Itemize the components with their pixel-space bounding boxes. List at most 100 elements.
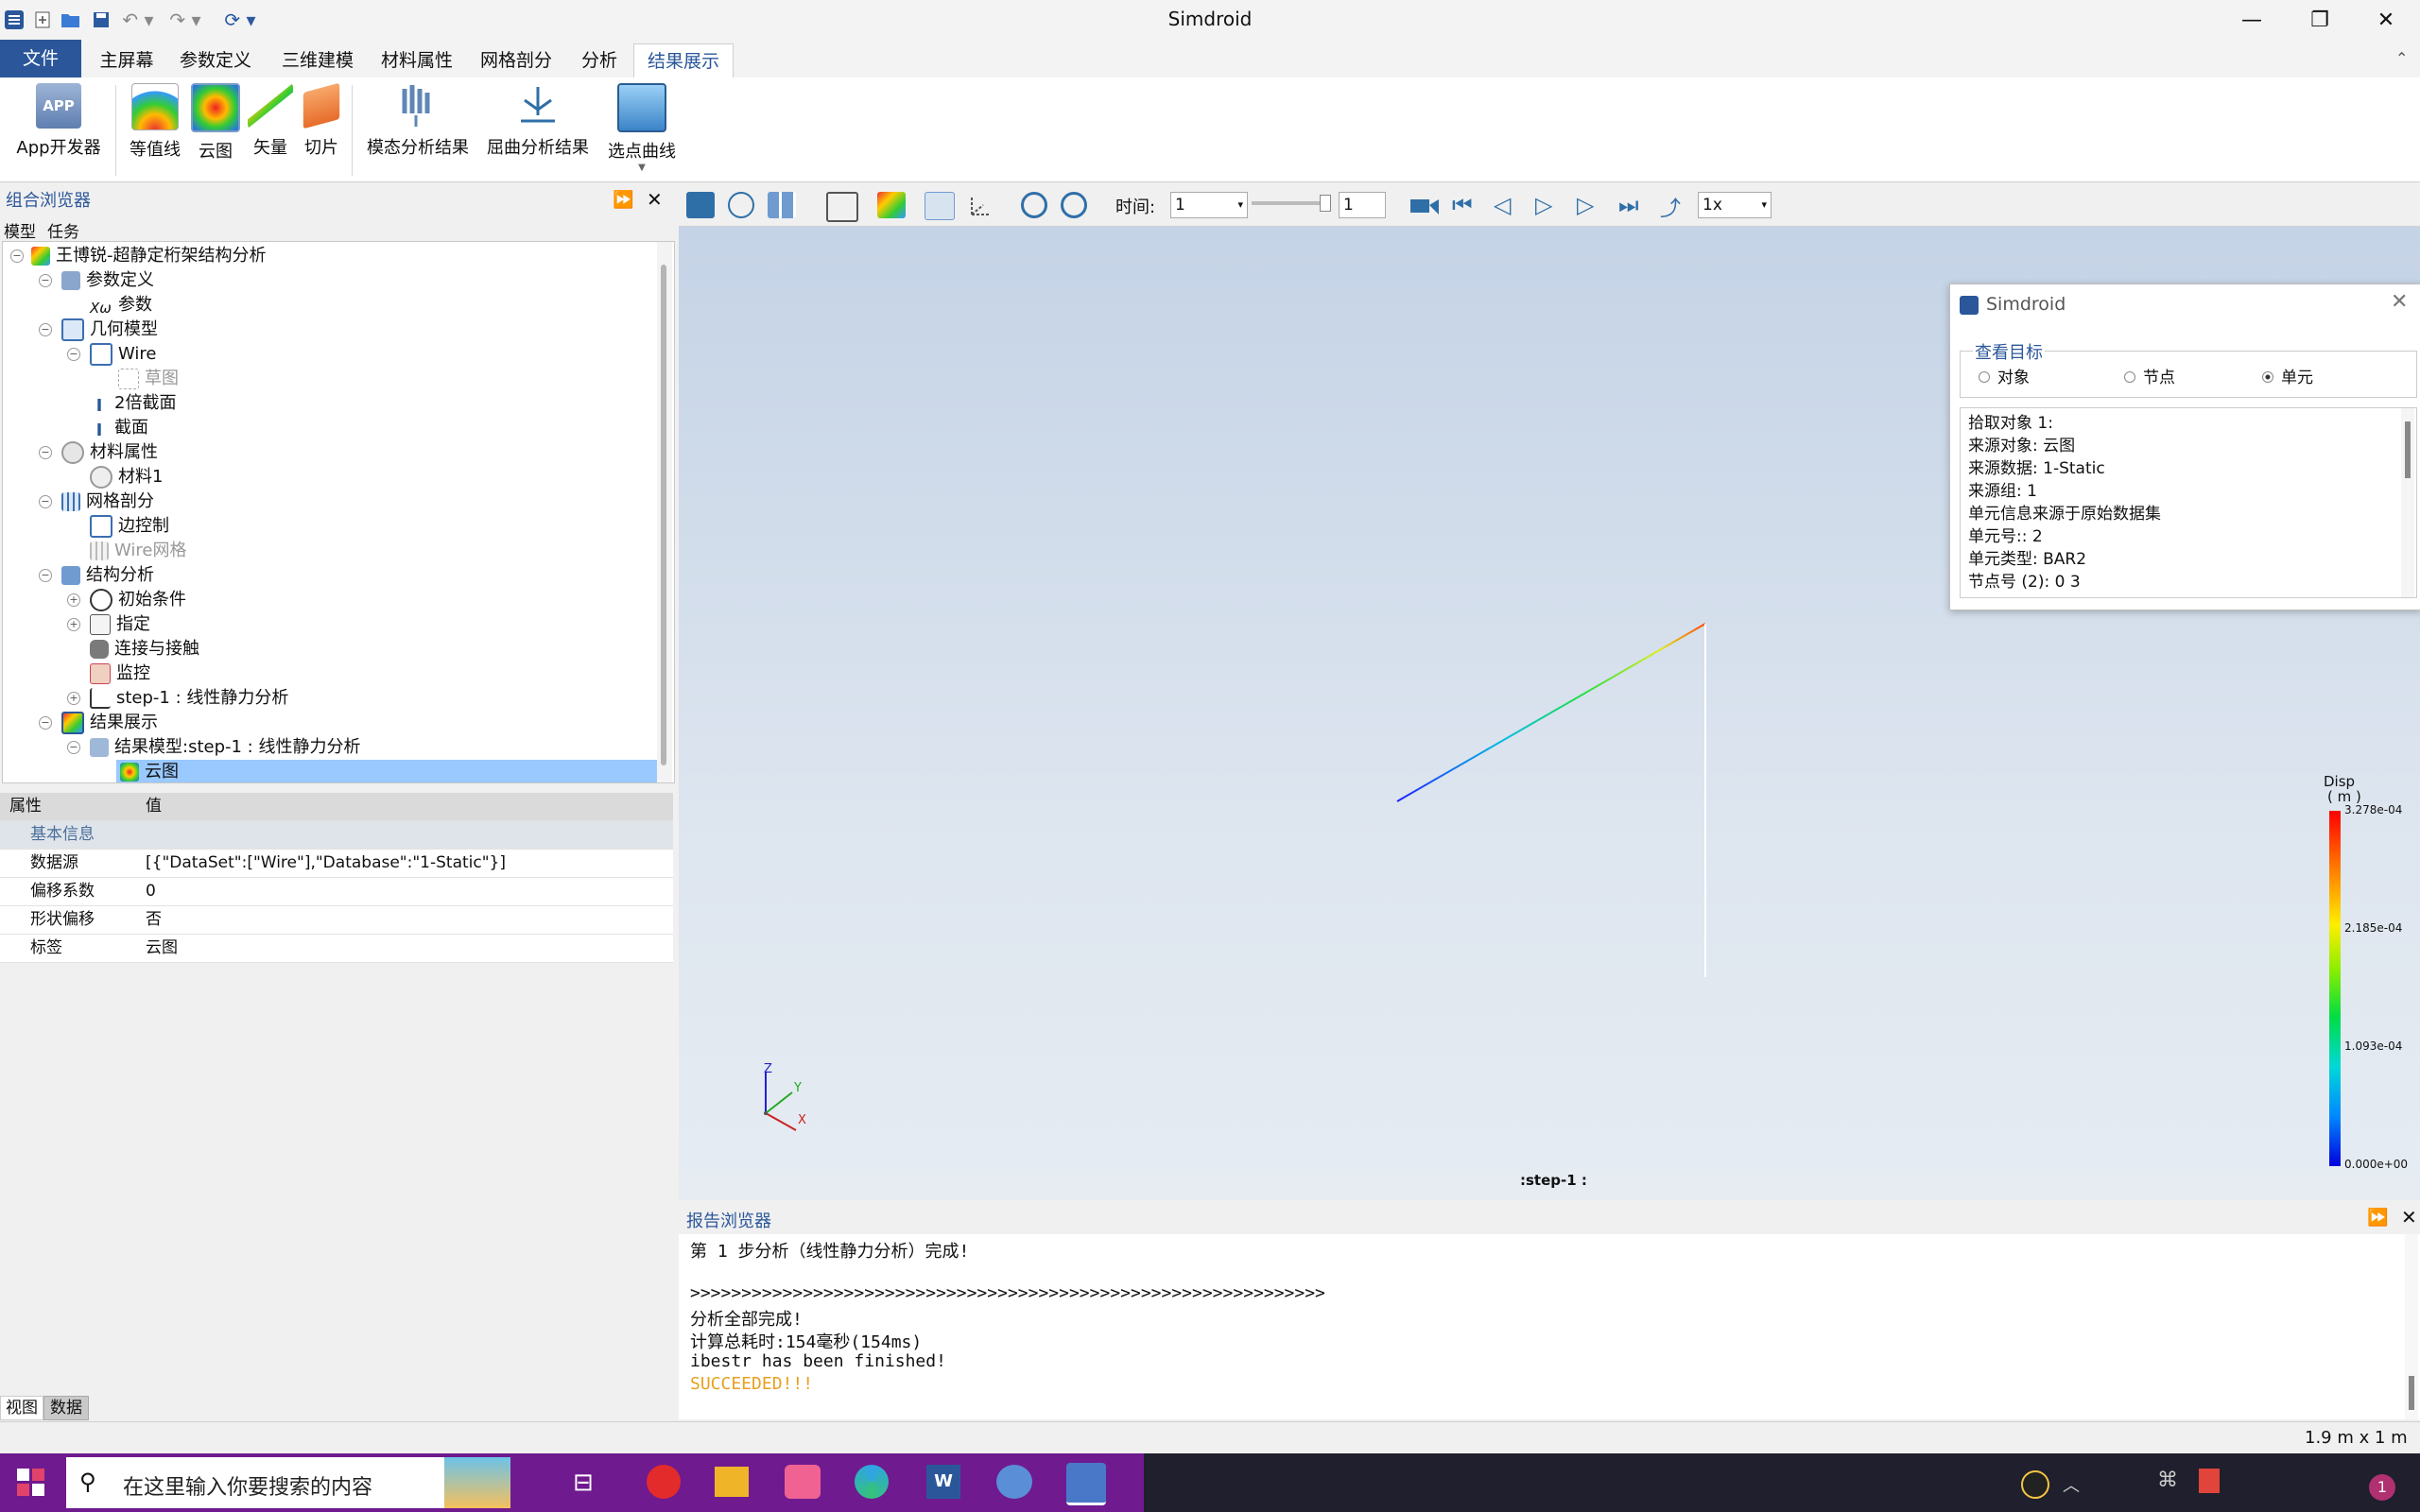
music-app-icon[interactable] xyxy=(647,1465,681,1499)
network-icon[interactable]: ⌘ xyxy=(2157,1469,2178,1492)
close-panel-icon[interactable]: ✕ xyxy=(2401,1206,2417,1228)
tree-node-results-display[interactable]: 结果展示 xyxy=(61,711,158,735)
buckling-results-button[interactable]: 屈曲分析结果 xyxy=(482,83,594,159)
contour-button[interactable]: 等值线 xyxy=(125,83,185,161)
collapse-icon[interactable]: − xyxy=(10,249,24,263)
tab-material[interactable]: 材料属性 xyxy=(374,43,459,77)
tree-node-connection-contact[interactable]: 连接与接触 xyxy=(90,637,199,662)
property-row[interactable]: 偏移系数 0 xyxy=(0,878,673,906)
tree-node-result-model[interactable]: 结果模型:step-1 : 线性静力分析 xyxy=(90,735,360,760)
close-dialog-icon[interactable]: ✕ xyxy=(2391,290,2408,314)
tree-node-step1[interactable]: step-1 : 线性静力分析 xyxy=(90,686,288,711)
tree-node-wire-mesh[interactable]: Wire网格 xyxy=(90,539,186,563)
edge-browser-icon[interactable] xyxy=(855,1465,889,1499)
collapse-ribbon-icon[interactable]: ⌃ xyxy=(2395,49,2408,67)
probe-curve-button[interactable]: 选点曲线 ▼ xyxy=(601,83,683,173)
file-explorer-icon[interactable] xyxy=(715,1467,749,1497)
tree-node-assign[interactable]: 指定 xyxy=(90,612,150,637)
collapse-icon[interactable]: − xyxy=(39,716,52,730)
previous-frame-icon[interactable]: ◁ xyxy=(1494,192,1522,218)
report-scrollbar[interactable] xyxy=(2405,1234,2418,1419)
reset-view-icon[interactable] xyxy=(1061,192,1087,218)
property-row[interactable]: 形状偏移 否 xyxy=(0,906,673,935)
tab-analysis[interactable]: 分析 xyxy=(573,43,626,77)
collapse-icon[interactable]: − xyxy=(39,495,52,508)
render-mode-icon[interactable] xyxy=(877,192,906,218)
time-slider[interactable] xyxy=(1252,195,1331,212)
radio-node[interactable]: 节点 xyxy=(2124,364,2175,387)
tab-view[interactable]: 视图 xyxy=(0,1396,43,1420)
axes-icon[interactable] xyxy=(966,192,994,218)
property-row[interactable]: 标签 云图 xyxy=(0,935,673,963)
property-value[interactable]: [{"DataSet":["Wire"],"Database":"1-Stati… xyxy=(146,850,506,877)
dock-toggle-icon[interactable]: ⏩ xyxy=(2367,1208,2388,1228)
rotate-icon[interactable] xyxy=(1021,192,1047,218)
expand-icon[interactable]: + xyxy=(67,692,80,705)
tab-mesh[interactable]: 网格剖分 xyxy=(471,43,562,77)
cloud-plot-button[interactable]: 云图 xyxy=(189,83,242,163)
screenshot-icon[interactable] xyxy=(686,192,715,218)
info-scrollbar[interactable] xyxy=(2401,408,2414,597)
tree-node-section[interactable]: I 截面 xyxy=(90,416,148,440)
collapse-icon[interactable]: − xyxy=(39,569,52,582)
tree-node-structural-analysis[interactable]: 结构分析 xyxy=(61,563,154,588)
close-button[interactable]: ✕ xyxy=(2352,0,2420,40)
dock-toggle-icon[interactable]: ⏩ xyxy=(613,190,633,210)
tree-scrollbar[interactable] xyxy=(657,242,672,782)
frame-spinbox[interactable]: 1 xyxy=(1339,192,1386,218)
radio-object[interactable]: 对象 xyxy=(1979,364,2030,387)
start-icon[interactable] xyxy=(17,1469,45,1497)
taskbar-search-box[interactable]: ⚲ 在这里输入你要搜索的内容 xyxy=(66,1457,510,1508)
tab-file[interactable]: 文件 xyxy=(0,40,81,77)
word-icon[interactable]: W xyxy=(926,1465,960,1499)
property-value[interactable]: 0 xyxy=(146,878,156,905)
info-textbox[interactable]: 拾取对象 1: 来源对象: 云图 来源数据: 1-Static 来源组: 1 单… xyxy=(1960,407,2417,598)
simdroid-taskbar-icon[interactable] xyxy=(1066,1463,1106,1505)
tab-tasks[interactable]: 任务 xyxy=(47,218,79,242)
tree-node-geometry[interactable]: 几何模型 xyxy=(61,318,158,342)
tab-model[interactable]: 模型 xyxy=(4,218,36,242)
tree-node-edge-control[interactable]: 边控制 xyxy=(90,514,169,539)
expand-icon[interactable]: + xyxy=(67,618,80,631)
collapse-icon[interactable]: − xyxy=(39,323,52,336)
app-swirl-icon[interactable] xyxy=(996,1465,1032,1499)
property-value[interactable]: 否 xyxy=(146,906,162,934)
task-view-icon[interactable]: ⊟ xyxy=(573,1469,594,1497)
collapse-icon[interactable]: − xyxy=(67,741,80,754)
tree-node-sketch[interactable]: 草图 xyxy=(118,367,179,391)
layout-grid-icon[interactable] xyxy=(768,192,796,218)
radio-element[interactable]: 单元 xyxy=(2262,364,2313,387)
tab-results[interactable]: 结果展示 xyxy=(633,43,734,78)
speed-select[interactable]: 1x ▾ xyxy=(1698,192,1772,218)
bilibili-icon[interactable] xyxy=(785,1465,821,1499)
tab-3d-modeling[interactable]: 三维建模 xyxy=(272,43,363,77)
tree-node-double-section[interactable]: I 2倍截面 xyxy=(90,391,177,416)
property-row[interactable]: 数据源 [{"DataSet":["Wire"],"Database":"1-S… xyxy=(0,850,673,878)
scrollbar-thumb[interactable] xyxy=(2409,1376,2414,1410)
tree-node-root[interactable]: 王博锐-超静定桁架结构分析 xyxy=(31,244,267,268)
slice-button[interactable]: 切片 xyxy=(295,82,348,159)
tab-parameters[interactable]: 参数定义 xyxy=(172,43,259,77)
minimize-button[interactable]: — xyxy=(2218,0,2286,40)
property-value[interactable]: 云图 xyxy=(146,935,178,962)
slider-thumb[interactable] xyxy=(1320,195,1331,212)
tree-node-params[interactable]: Xω 参数 xyxy=(90,293,152,318)
last-frame-icon[interactable]: ⏭ xyxy=(1618,192,1647,218)
time-select[interactable]: 1 ▾ xyxy=(1170,192,1248,218)
play-icon[interactable]: ▷ xyxy=(1535,192,1564,218)
app-developer-button[interactable]: APP App开发器 xyxy=(9,83,108,159)
input-method-icon[interactable] xyxy=(2199,1469,2220,1493)
chevron-up-icon[interactable]: ︿ xyxy=(2063,1472,2080,1497)
collapse-icon[interactable]: − xyxy=(39,274,52,287)
scrollbar-thumb[interactable] xyxy=(2405,421,2411,478)
tree-node-monitor[interactable]: 监控 xyxy=(90,662,150,686)
tab-data[interactable]: 数据 xyxy=(43,1396,89,1420)
tree-node-mesh[interactable]: 网格剖分 xyxy=(61,490,154,514)
close-panel-icon[interactable]: ✕ xyxy=(647,188,663,211)
vector-button[interactable]: 矢量 xyxy=(244,83,297,159)
export-icon[interactable]: ⤴ xyxy=(1660,192,1688,221)
tree-node-material-props[interactable]: 材料属性 xyxy=(61,440,158,465)
qq-tray-icon[interactable] xyxy=(2021,1470,2049,1499)
notification-badge[interactable]: 1 xyxy=(2369,1474,2395,1501)
cube-view-icon[interactable] xyxy=(826,192,858,222)
